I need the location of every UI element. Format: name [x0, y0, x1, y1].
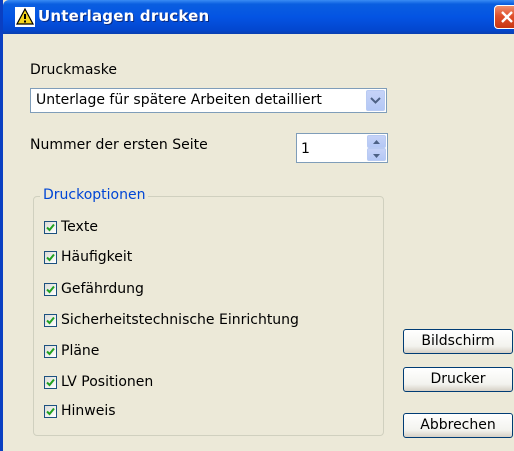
checkbox-gefaehrdung[interactable]: [44, 283, 57, 296]
druckmaske-selected-value: Unterlage für spätere Arbeiten detaillie…: [36, 92, 322, 108]
option-label: Sicherheitstechnische Einrichtung: [61, 312, 299, 328]
page-number-value[interactable]: 1: [301, 141, 310, 157]
drucker-button[interactable]: Drucker: [403, 367, 513, 392]
druckoptionen-legend: Druckoptionen: [40, 187, 149, 203]
spin-up-button[interactable]: [367, 135, 386, 148]
title-bar[interactable]: Unterlagen drucken: [3, 0, 514, 34]
checkbox-hinweis[interactable]: [44, 405, 57, 418]
option-label: Gefährdung: [61, 281, 144, 297]
nummer-label: Nummer der ersten Seite: [30, 137, 208, 153]
option-label: Pläne: [61, 343, 100, 359]
checkmark-icon: [46, 378, 55, 387]
option-label: Häufigkeit: [61, 249, 133, 265]
spin-down-button[interactable]: [367, 148, 386, 161]
checkbox-texte[interactable]: [44, 221, 57, 234]
checkmark-icon: [46, 407, 55, 416]
abbrechen-button[interactable]: Abbrechen: [403, 413, 513, 438]
druckmaske-label: Druckmaske: [30, 62, 117, 78]
chevron-down-icon: [373, 154, 380, 158]
checkmark-icon: [46, 223, 55, 232]
checkbox-lv-positionen[interactable]: [44, 376, 57, 389]
option-label: LV Positionen: [61, 374, 154, 390]
close-icon: [501, 11, 513, 23]
print-dialog: Unterlagen drucken Druckmaske Unterlage …: [0, 0, 514, 451]
chevron-up-icon: [373, 140, 380, 144]
option-label: Hinweis: [61, 403, 116, 419]
checkbox-haeufigkeit[interactable]: [44, 251, 57, 264]
close-button[interactable]: [494, 5, 514, 29]
warning-icon: [15, 7, 35, 27]
checkbox-plaene[interactable]: [44, 345, 57, 358]
druckmaske-select[interactable]: Unterlage für spätere Arbeiten detaillie…: [30, 88, 387, 113]
option-label: Texte: [61, 219, 98, 235]
window-title: Unterlagen drucken: [38, 7, 210, 25]
bildschirm-button[interactable]: Bildschirm: [403, 329, 513, 354]
page-number-spinner[interactable]: 1: [296, 133, 388, 163]
dropdown-button[interactable]: [366, 90, 385, 111]
checkmark-icon: [46, 316, 55, 325]
checkmark-icon: [46, 253, 55, 262]
checkmark-icon: [46, 347, 55, 356]
chevron-down-icon: [370, 97, 381, 104]
checkmark-icon: [46, 285, 55, 294]
checkbox-sicherheitstechnische-einrichtung[interactable]: [44, 314, 57, 327]
